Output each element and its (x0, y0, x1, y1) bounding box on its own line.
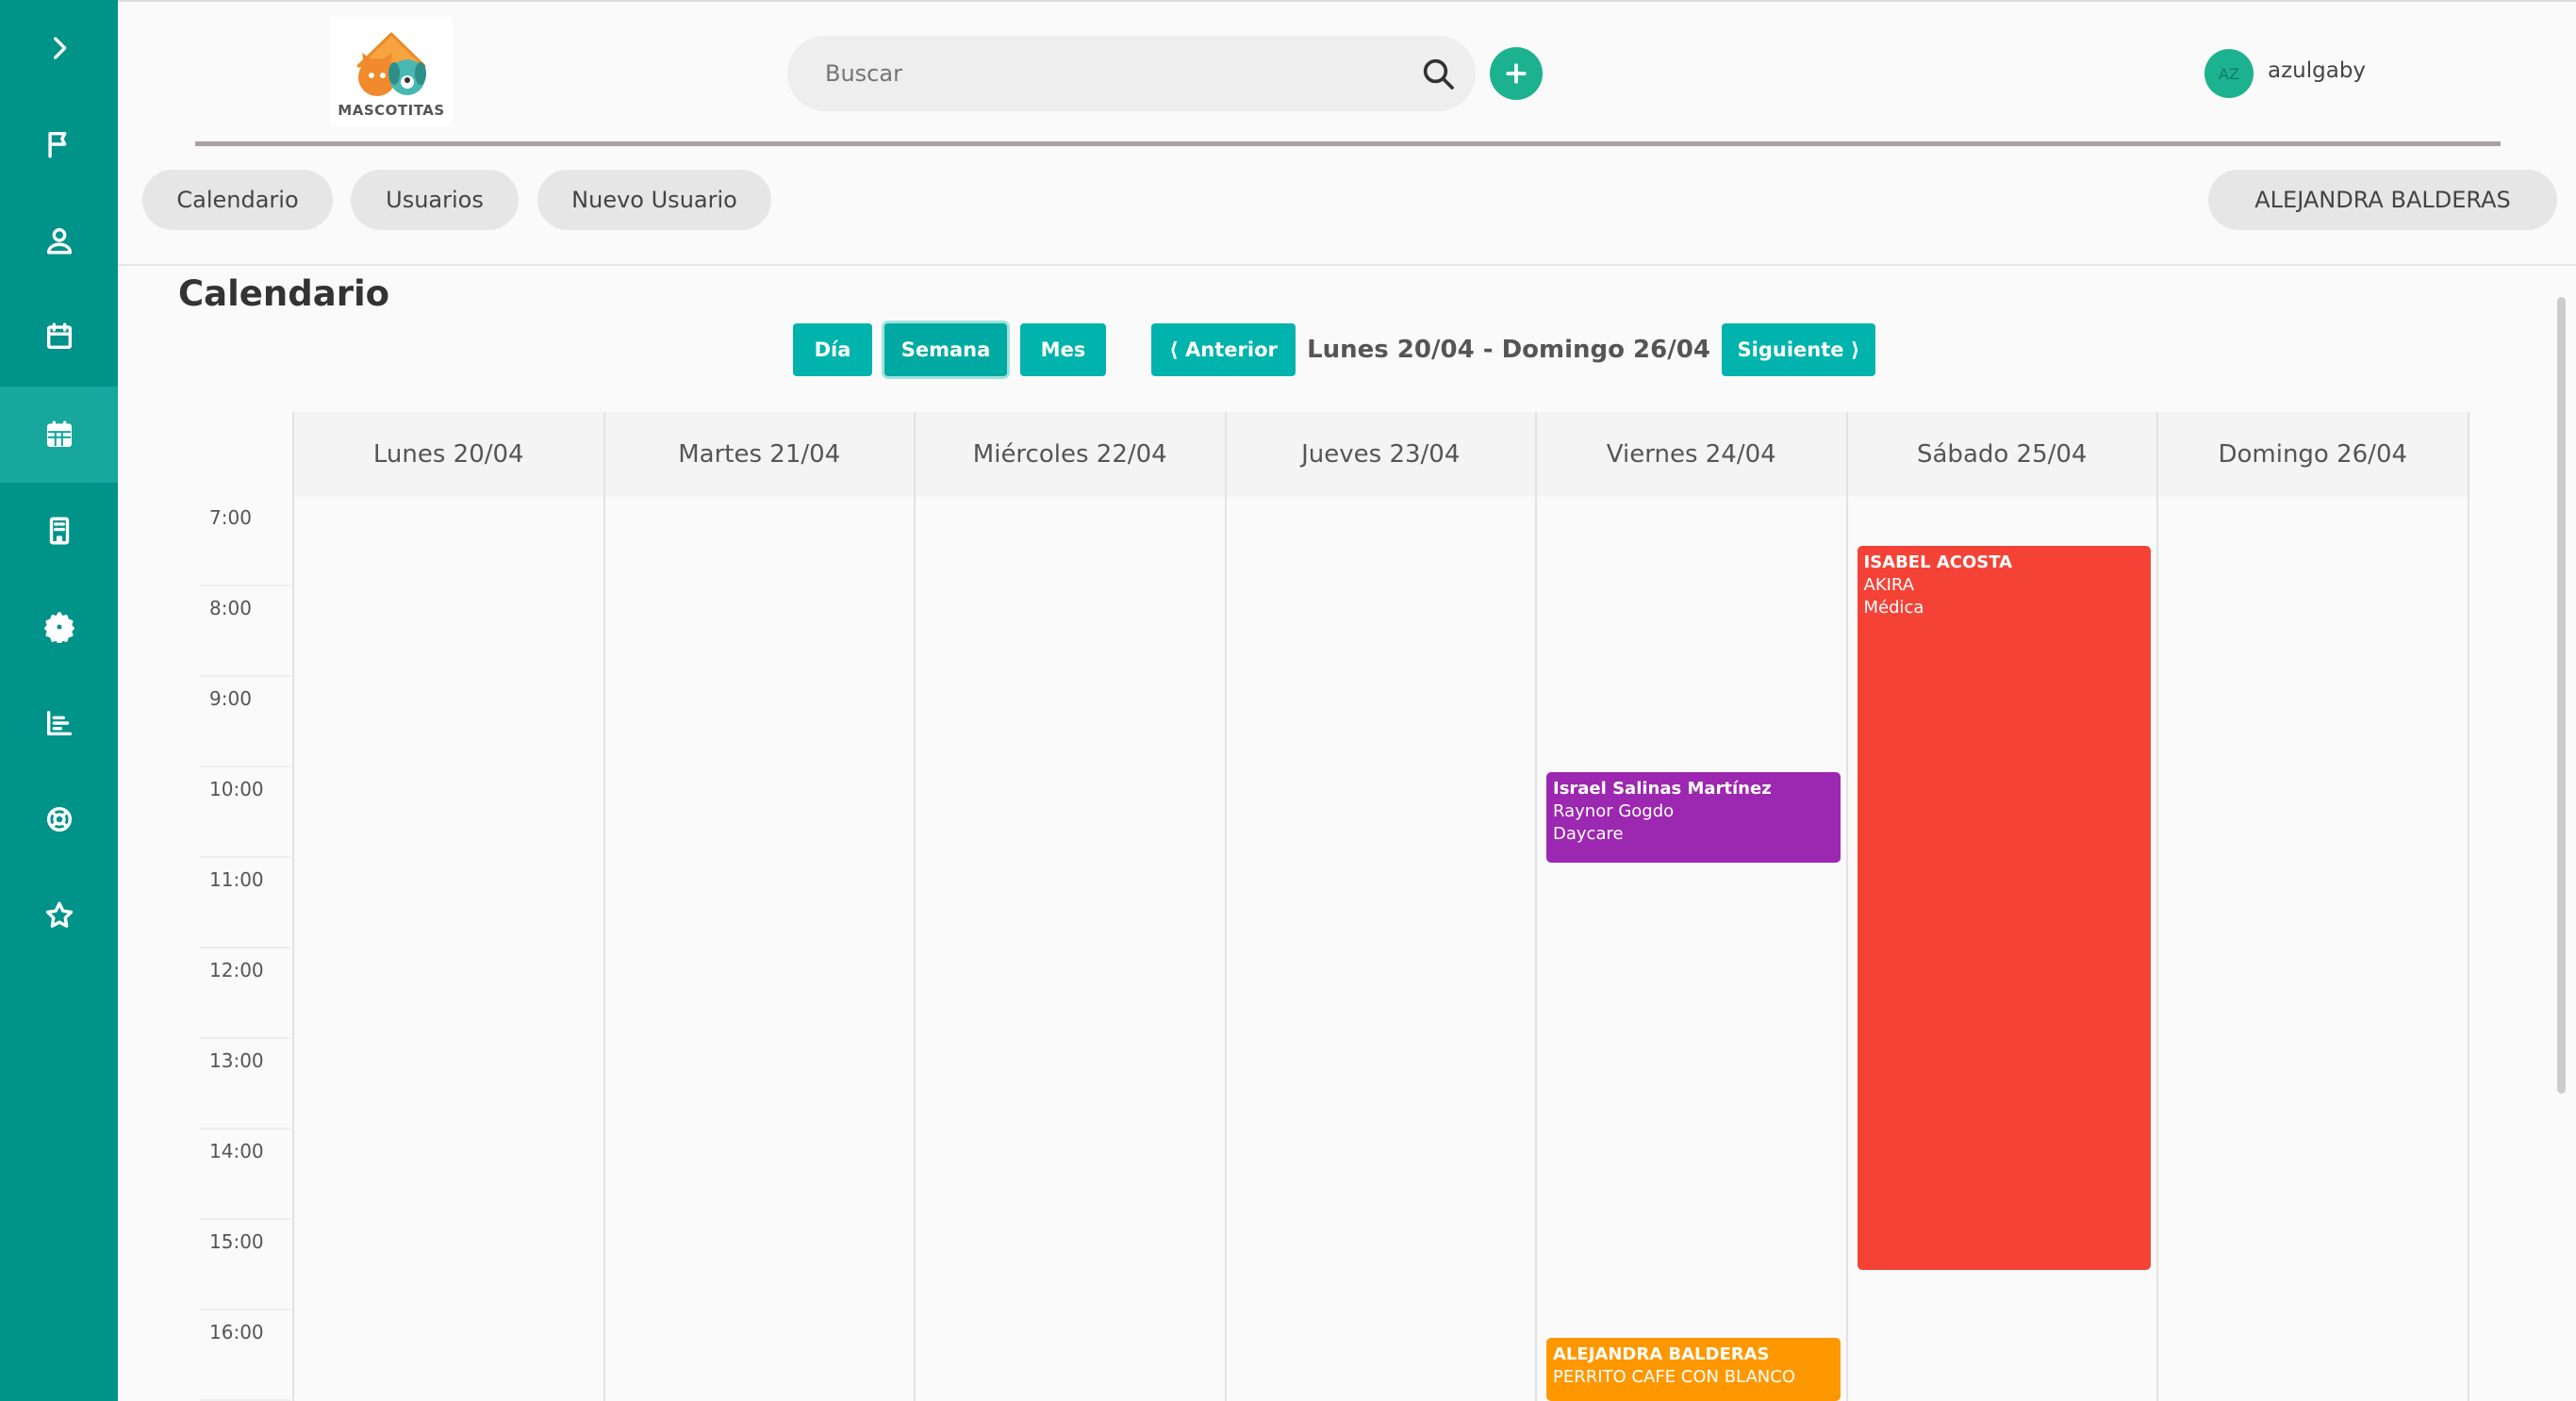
event-service: Médica (1863, 598, 1924, 618)
sidebar-item-help[interactable] (0, 771, 118, 867)
view-week-button[interactable]: Semana (884, 323, 1007, 376)
event-owner: ALEJANDRA BALDERAS (1553, 1344, 1770, 1364)
day-column-divider (1535, 412, 1537, 1401)
scrollbar[interactable] (2557, 297, 2566, 1094)
hour-divider (200, 856, 290, 858)
previous-week-button[interactable]: ⟨ Anterior (1151, 323, 1296, 376)
hour-label: 10:00 (209, 778, 264, 800)
hour-label: 15:00 (209, 1230, 264, 1253)
view-day-button[interactable]: Día (793, 323, 872, 376)
hour-label: 16:00 (209, 1321, 264, 1343)
sidebar-item-building[interactable] (0, 483, 118, 579)
hour-divider (200, 585, 290, 586)
appointment-event[interactable]: Israel Salinas Martínez Raynor Gogdo Dayca… (1546, 772, 1841, 863)
add-button[interactable] (1490, 47, 1543, 100)
gear-icon (43, 612, 74, 643)
plus-icon (1506, 63, 1527, 84)
date-range: Lunes 20/04 - Domingo 26/04 (1307, 336, 1710, 364)
event-owner: Israel Salinas Martínez (1553, 779, 1772, 799)
hour-divider (200, 1128, 290, 1129)
day-column-divider (1845, 412, 1848, 1401)
appointment-event[interactable]: ALEJANDRA BALDERAS PERRITO CAFE CON BLANC… (1546, 1338, 1841, 1401)
logo-text: MASCOTITAS (338, 102, 445, 119)
hour-divider (200, 1218, 290, 1220)
tab-nuevo-usuario[interactable]: Nuevo Usuario (537, 170, 771, 230)
username[interactable]: azulgaby (2268, 58, 2366, 83)
building-icon (49, 517, 69, 545)
event-pet: Raynor Gogdo (1553, 801, 1675, 821)
sidebar-item-calendar[interactable] (0, 288, 118, 385)
hour-divider (200, 947, 290, 948)
hour-label: 14:00 (209, 1140, 264, 1162)
day-column-divider (914, 412, 916, 1401)
hour-divider (200, 1037, 290, 1039)
day-column-divider (603, 412, 605, 1401)
avatar[interactable]: AZ (2204, 49, 2254, 98)
calendar-icon (46, 322, 72, 350)
day-header: Miércoles 22/04 (916, 412, 1225, 497)
hour-label: 9:00 (209, 687, 252, 710)
day-column-divider (2467, 412, 2469, 1401)
calendar-grid-icon (46, 420, 72, 448)
sidebar (0, 0, 118, 1401)
header-divider (195, 141, 2501, 146)
day-header: Martes 21/04 (604, 412, 914, 497)
logo[interactable]: MASCOTITAS (330, 17, 453, 126)
tab-usuarios[interactable]: Usuarios (351, 170, 519, 230)
hour-divider (200, 766, 290, 767)
hour-label: 11:00 (209, 868, 264, 891)
event-service: Daycare (1553, 824, 1624, 844)
current-user-button[interactable]: ALEJANDRA BALDERAS (2208, 170, 2557, 230)
chart-icon (46, 710, 72, 736)
event-pet: AKIRA (1863, 575, 1915, 595)
sidebar-item-user[interactable] (0, 192, 118, 288)
hour-divider (200, 675, 290, 677)
tab-calendario[interactable]: Calendario (142, 170, 333, 230)
sidebar-item-flag[interactable] (0, 96, 118, 192)
hour-label: 7:00 (209, 506, 252, 529)
sidebar-toggle[interactable] (0, 0, 118, 96)
flag-icon (47, 131, 66, 158)
search-icon[interactable] (1419, 55, 1457, 92)
day-column-divider (1224, 412, 1227, 1401)
sidebar-item-reports[interactable] (0, 675, 118, 771)
day-column-divider (2156, 412, 2158, 1401)
hour-label: 12:00 (209, 959, 264, 981)
top-bar: MASCOTITAS AZ azulgaby (118, 0, 2576, 151)
sidebar-item-settings[interactable] (0, 579, 118, 675)
day-header: Jueves 23/04 (1226, 412, 1535, 497)
user-icon (46, 227, 72, 255)
hour-label: 8:00 (209, 597, 252, 619)
sidebar-item-favorites[interactable] (0, 867, 118, 964)
appointment-event[interactable]: ISABEL ACOSTA AKIRA Médica (1857, 546, 2151, 1270)
hour-divider (200, 1309, 290, 1310)
event-owner: ISABEL ACOSTA (1863, 552, 2013, 572)
day-column-divider (292, 412, 294, 1401)
lifebuoy-icon (46, 806, 72, 832)
next-week-button[interactable]: Siguiente ⟩ (1722, 323, 1875, 376)
event-pet: PERRITO CAFE CON BLANCO (1553, 1367, 1795, 1387)
star-icon (45, 901, 73, 928)
hour-label: 13:00 (209, 1049, 264, 1072)
day-header: Viernes 24/04 (1537, 412, 1846, 497)
day-header: Sábado 25/04 (1847, 412, 2156, 497)
view-month-button[interactable]: Mes (1020, 323, 1106, 376)
day-header: Domingo 26/04 (2158, 412, 2468, 497)
page-title: Calendario (178, 273, 390, 314)
search-box (787, 36, 1476, 111)
nav-tabs: Calendario Usuarios Nuevo Usuario ALEJAN… (118, 151, 2576, 266)
logo-pets-icon (356, 32, 426, 96)
day-header: Lunes 20/04 (294, 412, 603, 497)
search-input[interactable] (825, 36, 1391, 111)
sidebar-item-calendar-grid[interactable] (0, 387, 118, 483)
chevron-right-icon (53, 37, 66, 59)
